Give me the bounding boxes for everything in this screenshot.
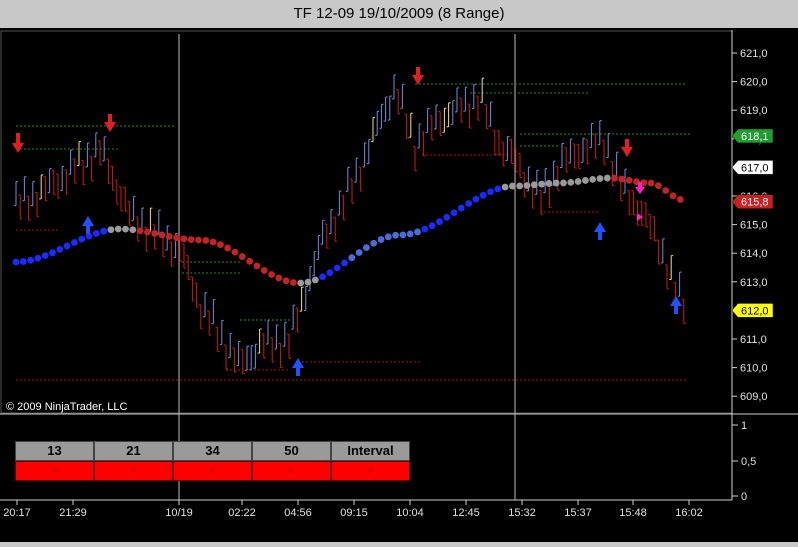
grid-cell: o <box>94 461 173 481</box>
indicator-tick-label: 0 <box>741 491 747 503</box>
time-tick-label: 10:04 <box>396 507 424 519</box>
price-marker-label: 617,0 <box>741 162 769 174</box>
price-tick-label: 609,0 <box>740 391 768 403</box>
price-tick-label: 621,0 <box>740 48 768 60</box>
indicator-axis: 1 0,5 0 <box>732 420 756 503</box>
price-marker-label: 618,1 <box>741 131 769 143</box>
time-tick-label: 04:56 <box>284 507 312 519</box>
time-tick-label: 15:32 <box>508 507 536 519</box>
sell-arrow-icon <box>104 114 116 132</box>
sell-arrow-icon <box>621 139 633 157</box>
time-tick-label: 15:48 <box>619 507 647 519</box>
indicator-tick-label: 1 <box>741 420 747 432</box>
price-tick-label: 613,0 <box>740 277 768 289</box>
time-tick-label: 20:17 <box>3 507 31 519</box>
time-tick-label: 12:45 <box>452 507 480 519</box>
signal-arrows <box>12 67 682 376</box>
time-tick-label: 21:29 <box>59 507 87 519</box>
grid-cell: o <box>173 461 252 481</box>
copyright-text: © 2009 NinjaTrader, LLC <box>6 401 127 413</box>
window-title: TF 12-09 19/10/2009 (8 Range) <box>293 5 505 22</box>
price-tick-label: 610,0 <box>740 363 768 375</box>
price-marker-label: 615,8 <box>741 197 769 209</box>
time-tick-label: 15:37 <box>564 507 592 519</box>
interval-grid: 13 21 34 50 Interval o o o o o <box>15 441 415 481</box>
time-axis: 20:17 21:29 10/19 02:22 04:56 09:15 10:04 12:45… <box>3 500 703 519</box>
price-tick-label: 611,0 <box>740 334 767 346</box>
price-tick-label: 615,0 <box>740 220 768 232</box>
buy-arrow-icon <box>594 222 606 240</box>
buy-arrow-icon <box>670 296 682 314</box>
time-tick-label: 02:22 <box>228 507 256 519</box>
price-axis: 621,0620,0619,0618,0617,0616,0615,0614,0… <box>732 48 768 403</box>
price-tick-label: 619,0 <box>740 105 768 117</box>
grid-cell: o <box>331 461 410 481</box>
grid-header: Interval <box>331 441 410 461</box>
price-tick-label: 614,0 <box>740 248 768 260</box>
buy-arrow-icon <box>82 216 94 234</box>
time-tick-label: 16:02 <box>675 507 703 519</box>
sell-arrow-icon <box>412 67 424 85</box>
buy-arrow-icon <box>292 358 304 376</box>
grid-header: 50 <box>252 441 331 461</box>
price-marker-label: 612,0 <box>741 305 769 317</box>
time-tick-label: 09:15 <box>340 507 368 519</box>
grid-header: 34 <box>173 441 252 461</box>
grid-cell: o <box>252 461 331 481</box>
price-tick-label: 620,0 <box>740 77 768 89</box>
grid-header: 21 <box>94 441 173 461</box>
time-tick-label: 10/19 <box>165 507 193 519</box>
grid-cell: o <box>15 461 94 481</box>
price-bars <box>14 74 686 375</box>
sell-arrow-icon <box>12 133 24 153</box>
indicator-tick-label: 0,5 <box>741 456 756 468</box>
grid-header: 13 <box>15 441 94 461</box>
